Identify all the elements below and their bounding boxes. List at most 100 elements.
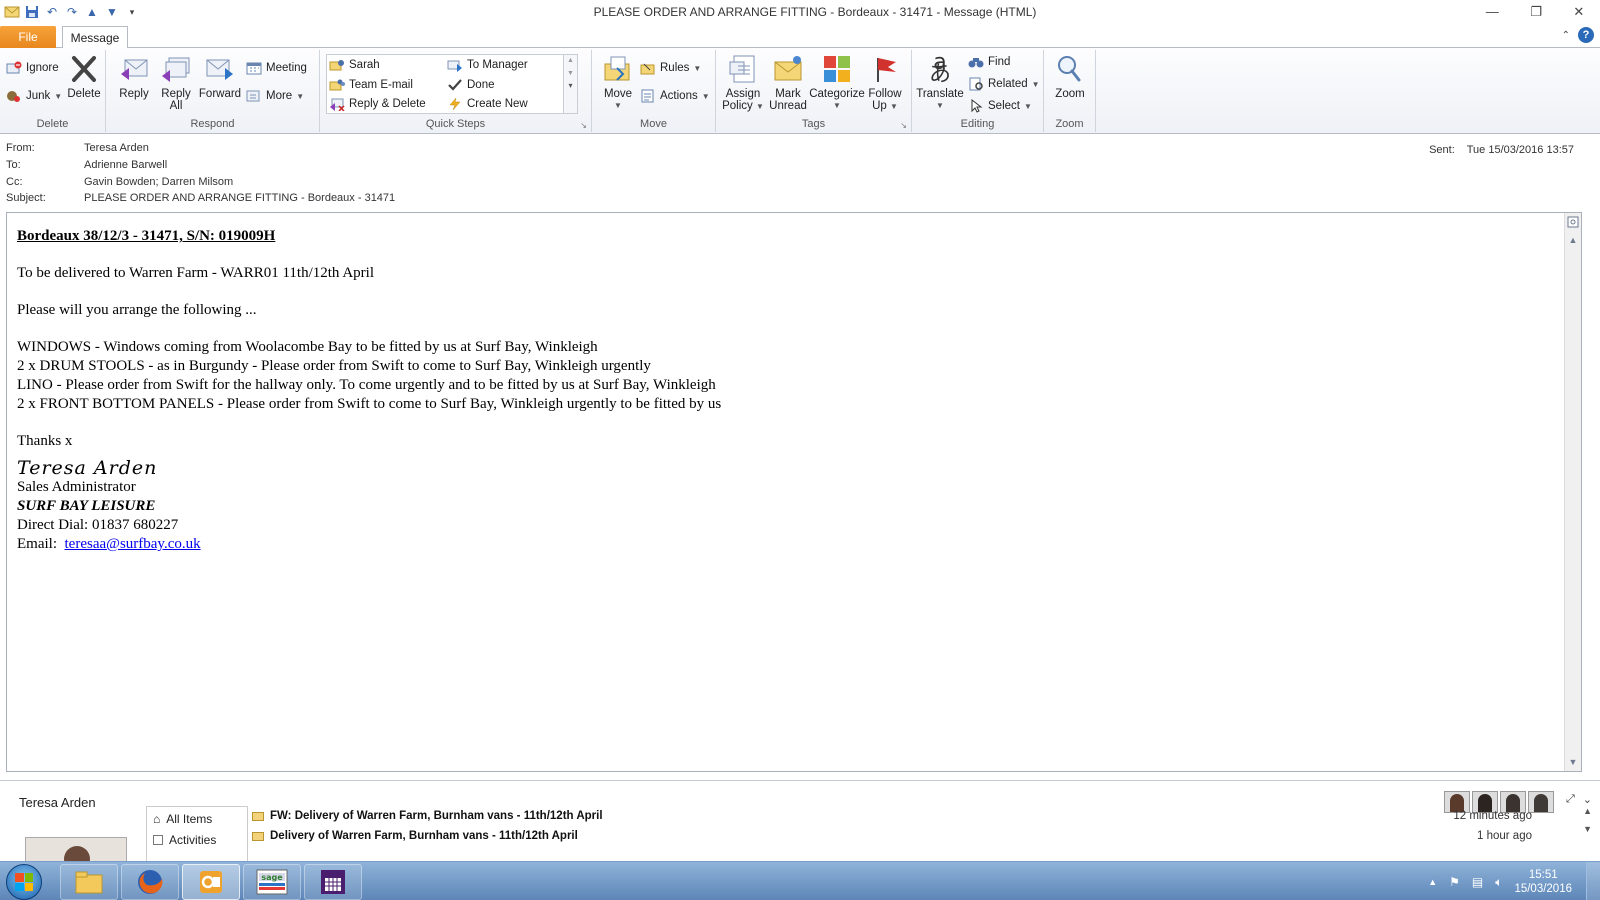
meeting-button[interactable]: Meeting — [246, 60, 307, 76]
email-link[interactable]: teresaa@surfbay.co.uk — [65, 536, 201, 552]
move-group: Move ▼ Rules ▼ Actions ▼ Move — [592, 50, 716, 132]
zoom-button[interactable]: Zoom — [1052, 54, 1088, 100]
group-label-tags: Tags — [801, 118, 826, 130]
translate-button[interactable]: aあ Translate ▼ — [916, 52, 964, 112]
actions-button[interactable]: Actions ▼ — [640, 88, 710, 104]
sage-icon: sage — [256, 869, 288, 895]
close-button[interactable]: ✕ — [1573, 4, 1584, 20]
people-pane-scrollbar[interactable]: ▲ ▼ — [1583, 806, 1592, 834]
scroll-down-icon[interactable]: ▼ — [564, 70, 577, 77]
expand-pane-icon[interactable]: ⤢ — [1566, 793, 1575, 806]
from-row: From: Teresa Arden — [6, 142, 149, 154]
list-item[interactable]: ⌂ All Items — [147, 807, 247, 831]
quick-step-done[interactable]: Done — [447, 77, 495, 93]
categorize-button[interactable]: Categorize ▼ — [808, 54, 866, 112]
scroll-up-icon[interactable]: ▲ — [564, 57, 577, 64]
junk-button[interactable]: Junk ▼ — [6, 88, 62, 104]
rules-button[interactable]: Rules ▼ — [640, 60, 701, 76]
signature-role: Sales Administrator — [17, 479, 136, 495]
ribbon: Ignore Junk ▼ Delete Delete Reply Reply … — [0, 48, 1600, 134]
signature-email-line: Email: teresaa@surfbay.co.uk — [17, 536, 201, 552]
help-icon[interactable]: ? — [1578, 27, 1594, 43]
svg-text:sage: sage — [261, 873, 283, 882]
select-button[interactable]: Select ▼ — [968, 98, 1032, 114]
reply-all-button[interactable]: Reply All — [156, 54, 196, 112]
cc-value[interactable]: Gavin Bowden; Darren Milsom — [84, 176, 233, 188]
mark-unread-button[interactable]: Mark Unread — [766, 54, 810, 112]
scroll-down-icon[interactable]: ▼ — [1583, 824, 1592, 834]
forward-button[interactable]: Forward — [198, 54, 242, 100]
scroll-up-icon[interactable]: ▲ — [1567, 233, 1579, 247]
quick-step-sarah[interactable]: Sarah — [329, 57, 380, 73]
ignore-button[interactable]: Ignore — [6, 60, 59, 76]
body-thanks: Thanks x — [17, 433, 73, 449]
related-button[interactable]: Related ▼ — [968, 76, 1040, 92]
list-item[interactable]: Activities — [147, 831, 247, 852]
firefox-icon — [138, 870, 163, 894]
people-pane-name: Teresa Arden — [19, 795, 96, 810]
people-pane-messages: FW: Delivery of Warren Farm, Burnham van… — [252, 806, 1572, 862]
redo-icon[interactable]: ↷ — [64, 4, 80, 20]
from-value[interactable]: Teresa Arden — [84, 142, 149, 154]
delete-x-icon — [69, 54, 99, 84]
customize-toolbar-icon[interactable]: ▾ — [124, 4, 140, 20]
save-icon[interactable] — [24, 4, 40, 20]
assign-policy-button[interactable]: Assign Policy ▼ — [720, 54, 766, 113]
expand-gallery-icon[interactable]: ▾ — [564, 81, 577, 90]
move-button[interactable]: Move ▼ — [598, 54, 638, 112]
chevron-down-icon: ▼ — [296, 91, 305, 101]
action-center-flag-icon[interactable]: ⚑ — [1449, 875, 1460, 889]
taskbar-outlook[interactable] — [182, 864, 240, 900]
to-value[interactable]: Adrienne Barwell — [84, 159, 167, 171]
follow-up-button[interactable]: Follow Up ▼ — [864, 54, 906, 113]
dialog-launcher-icon[interactable]: ↘ — [580, 121, 587, 130]
next-item-icon[interactable]: ▼ — [104, 4, 120, 20]
vertical-scrollbar[interactable]: ▲ ▼ — [1564, 213, 1581, 771]
delete-button[interactable]: Delete — [66, 54, 102, 100]
taskbar-explorer[interactable] — [60, 864, 118, 900]
reply-button[interactable]: Reply — [114, 54, 154, 100]
more-respond-button[interactable]: More ▼ — [246, 88, 304, 104]
taskbar-clock[interactable]: 15:51 15/03/2016 — [1514, 868, 1572, 896]
list-item[interactable]: FW: Delivery of Warren Farm, Burnham van… — [252, 806, 1572, 826]
chevron-down-icon: ▼ — [1023, 101, 1032, 111]
scroll-settings-icon[interactable] — [1567, 215, 1579, 229]
scroll-down-icon[interactable]: ▼ — [1567, 755, 1579, 769]
show-hidden-icons-icon[interactable]: ▲ — [1428, 877, 1437, 887]
subject-value: PLEASE ORDER AND ARRANGE FITTING - Borde… — [84, 192, 396, 204]
show-desktop-button[interactable] — [1586, 862, 1600, 900]
window-title: PLEASE ORDER AND ARRANGE FITTING - Borde… — [593, 5, 1037, 19]
quick-step-to-manager[interactable]: To Manager — [447, 57, 528, 73]
sent-value: Tue 15/03/2016 13:57 — [1466, 144, 1574, 156]
flag-icon — [870, 54, 900, 84]
minimize-ribbon-icon[interactable]: ⌃ — [1562, 30, 1570, 41]
quick-steps-group: Sarah Team E-mail Reply & Delete To Mana… — [320, 50, 592, 132]
previous-item-icon[interactable]: ▲ — [84, 4, 100, 20]
home-icon: ⌂ — [153, 812, 161, 826]
quick-steps-scroller[interactable]: ▲ ▼ ▾ — [563, 55, 577, 113]
restore-button[interactable]: ❐ — [1530, 4, 1542, 20]
start-button[interactable] — [6, 864, 42, 900]
body-heading: Bordeaux 38/12/3 - 31471, S/N: 019009H — [17, 228, 276, 244]
taskbar-firefox[interactable] — [121, 864, 179, 900]
quick-step-team-email[interactable]: Team E-mail — [329, 77, 413, 93]
scroll-up-icon[interactable]: ▲ — [1583, 806, 1592, 816]
volume-icon[interactable]: 🔈︎ — [1495, 875, 1502, 890]
tab-file[interactable]: File — [0, 26, 56, 48]
taskbar-sage[interactable]: sage — [243, 864, 301, 900]
contact-photo — [25, 837, 127, 862]
taskbar-calculator-app[interactable] — [304, 864, 362, 900]
minimize-button[interactable]: — — [1486, 4, 1499, 20]
editing-group: aあ Translate ▼ Find Related ▼ Select ▼ E… — [912, 50, 1044, 132]
respond-group: Reply Reply All Forward Meeting More ▼ R… — [106, 50, 320, 132]
tab-message[interactable]: Message — [62, 26, 128, 49]
body-item-drum-stools: 2 x DRUM STOOLS - as in Burgundy - Pleas… — [17, 358, 651, 374]
list-item[interactable]: Delivery of Warren Farm, Burnham vans - … — [252, 826, 1572, 846]
find-button[interactable]: Find — [968, 54, 1010, 70]
undo-icon[interactable]: ↶ — [44, 4, 60, 20]
chevron-down-icon[interactable]: ⌄ — [1583, 793, 1592, 806]
network-icon[interactable]: ▤ — [1472, 875, 1483, 889]
quick-step-reply-delete[interactable]: Reply & Delete — [329, 96, 426, 112]
dialog-launcher-icon[interactable]: ↘ — [900, 121, 907, 130]
quick-step-create-new[interactable]: Create New — [447, 96, 528, 112]
